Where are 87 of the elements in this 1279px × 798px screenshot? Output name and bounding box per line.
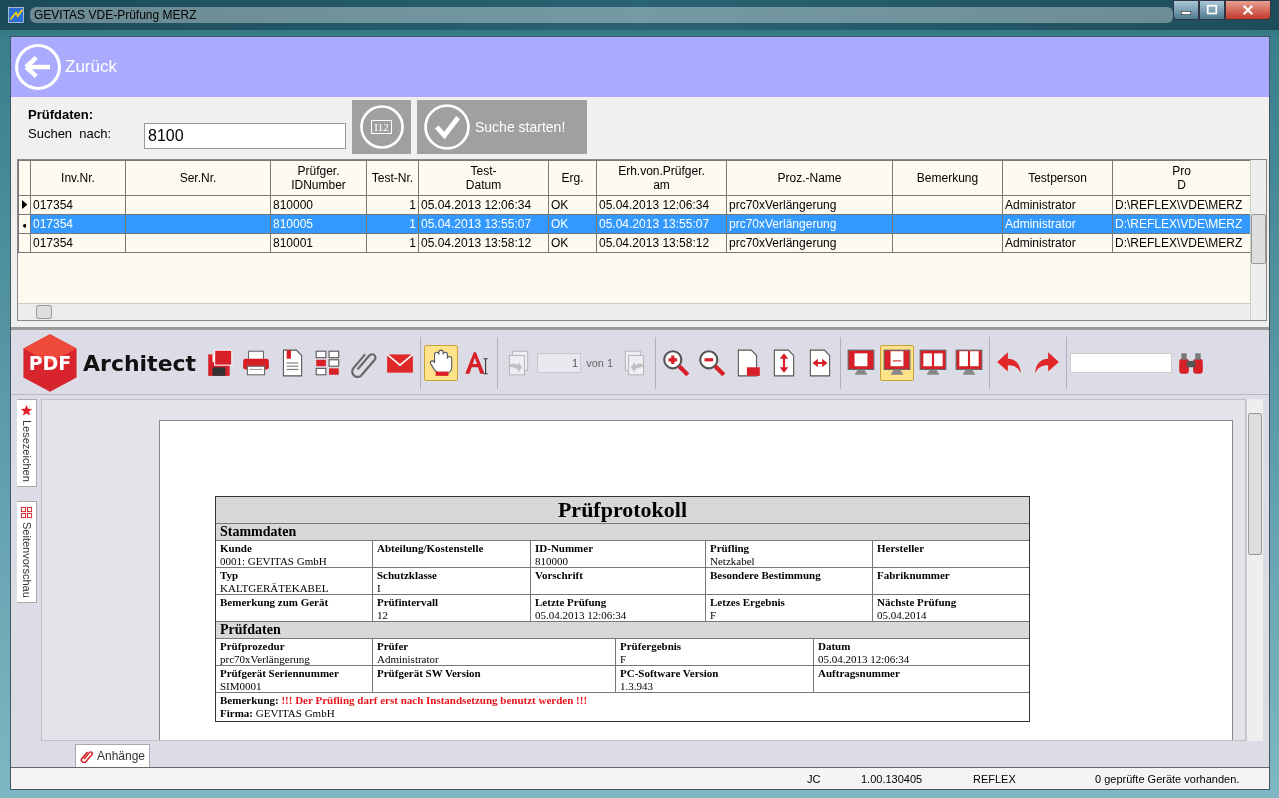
field-label: Auftragsnummer bbox=[818, 667, 901, 680]
column-header[interactable]: Test- Datum bbox=[418, 160, 549, 196]
field-value: 05.04.2013 12:06:34 bbox=[818, 653, 911, 666]
report-title: Prüfprotokoll bbox=[216, 497, 1029, 524]
field-label: Prüfling bbox=[710, 542, 751, 555]
field-value: SIM0001 bbox=[220, 680, 263, 693]
field-value: 12 bbox=[377, 609, 389, 622]
field-label: Besondere Bestimmung bbox=[710, 569, 822, 582]
search-label: Suchen nach: bbox=[28, 126, 113, 141]
field-label: Prüfprozedur bbox=[220, 640, 286, 653]
field-label: Schutzklasse bbox=[377, 569, 438, 582]
table-cell: 810000 bbox=[270, 195, 367, 215]
field-label: Datum bbox=[818, 640, 852, 653]
table-cell: Administrator bbox=[1002, 233, 1113, 253]
section-heading: Prüfdaten bbox=[216, 622, 1029, 639]
column-header[interactable]: Inv.Nr. bbox=[30, 160, 126, 196]
field-label: Kunde bbox=[220, 542, 253, 555]
field-label: Nächste Prüfung bbox=[877, 596, 958, 609]
status-text: 0 geprüfte Geräte vorhanden. bbox=[1095, 772, 1241, 785]
column-header[interactable]: Erg. bbox=[548, 160, 597, 196]
table-cell: 1 bbox=[366, 195, 419, 215]
logo-badge-text: PDF bbox=[28, 352, 72, 374]
column-header[interactable]: Testperson bbox=[1002, 160, 1113, 196]
side-tab[interactable]: Seitenvorschau bbox=[17, 500, 37, 603]
status-text: REFLEX bbox=[973, 772, 1017, 785]
column-header[interactable]: Pro D bbox=[1112, 160, 1250, 196]
field-value: F bbox=[620, 653, 628, 666]
field-label: Prüfergebnis bbox=[620, 640, 683, 653]
column-header[interactable]: Ser.Nr. bbox=[125, 160, 271, 196]
field-value: I bbox=[377, 582, 382, 595]
column-header[interactable]: Erh.von.Prüfger. am bbox=[596, 160, 727, 196]
table-cell: 05.04.2013 13:58:12 bbox=[418, 233, 549, 253]
status-text: 1.00.130405 bbox=[861, 772, 924, 785]
table-cell: 05.04.2013 12:06:34 bbox=[418, 195, 549, 215]
column-header[interactable]: Bemerkung bbox=[892, 160, 1003, 196]
column-header[interactable]: Proz.-Name bbox=[726, 160, 893, 196]
table-cell: 1 bbox=[366, 233, 419, 253]
field-label: Bemerkung zum Gerät bbox=[220, 596, 330, 609]
table-cell: prc70xVerlängerung bbox=[726, 233, 893, 253]
field-label: Letzes Ergebnis bbox=[710, 596, 786, 609]
field-label: Hersteller bbox=[877, 542, 926, 555]
field-label: ID-Nummer bbox=[535, 542, 595, 555]
table-cell: prc70xVerlängerung bbox=[726, 195, 893, 215]
remark-text: Bemerkung: !!! Der Prüfling darf erst nach Instandsetzung benutzt werden !!! bbox=[220, 694, 589, 707]
table-cell: OK bbox=[548, 233, 597, 253]
field-value: F bbox=[710, 609, 718, 622]
column-header[interactable]: Prüfger. IDNumber bbox=[270, 160, 367, 196]
page-count-label: von 1 bbox=[586, 357, 614, 369]
table-cell: 05.04.2013 12:06:34 bbox=[596, 195, 727, 215]
window-title: GEVITAS VDE-Prüfung MERZ bbox=[30, 7, 1173, 23]
field-value: KALTGERÄTEKABEL bbox=[220, 582, 330, 595]
field-label: Typ bbox=[220, 569, 240, 582]
table-cell: 05.04.2013 13:58:12 bbox=[596, 233, 727, 253]
logo-text: Architect bbox=[83, 350, 197, 376]
side-tab[interactable]: Lesezeichen bbox=[17, 399, 37, 487]
table-cell: 017354 bbox=[30, 233, 126, 253]
field-value: 810000 bbox=[535, 555, 569, 568]
column-header[interactable]: Test-Nr. bbox=[366, 160, 419, 196]
search-field[interactable]: 8100 bbox=[144, 123, 346, 149]
section-heading: Stammdaten bbox=[216, 524, 1029, 541]
field-value: 1.3.943 bbox=[620, 680, 654, 693]
attachments-tab[interactable]: Anhänge bbox=[75, 744, 151, 767]
field-label: Letzte Prüfung bbox=[535, 596, 608, 609]
field-value: Administrator bbox=[377, 653, 440, 666]
field-value: Netzkabel bbox=[710, 555, 756, 568]
page-number-field[interactable]: 1 bbox=[537, 353, 582, 373]
field-value: 0001: GEVITAS GmbH bbox=[220, 555, 328, 568]
field-value: 05.04.2014 bbox=[877, 609, 928, 622]
field-label: Fabriknummer bbox=[877, 569, 951, 582]
field-label: PC-Software Version bbox=[620, 667, 720, 680]
field-label: Prüfintervall bbox=[377, 596, 440, 609]
field-label: Abteilung/Kostenstelle bbox=[377, 542, 485, 555]
table-row[interactable]: 017354 810001 1 05.04.2013 13:58:12 OK 05.04.2013 13:58:12 prc70xVerlängerung Administrator D:\REFLEX\VDE\MERZ bbox=[18, 233, 1250, 253]
table-cell: OK bbox=[548, 195, 597, 215]
company-text: Firma: GEVITAS GmbH bbox=[220, 707, 336, 720]
field-label: Prüfer bbox=[377, 640, 410, 653]
section-label: Prüfdaten: bbox=[28, 107, 94, 122]
field-value: prc70xVerlängerung bbox=[220, 653, 311, 666]
status-text: JC bbox=[807, 772, 822, 785]
field-value: 05.04.2013 12:06:34 bbox=[535, 609, 628, 622]
table-cell: Administrator bbox=[1002, 195, 1113, 215]
field-label: Prüfgerät SW Version bbox=[377, 667, 482, 680]
table-cell: 810001 bbox=[270, 233, 367, 253]
field-label: Vorschrift bbox=[535, 569, 584, 582]
field-label: Prüfgerät Seriennummer bbox=[220, 667, 340, 680]
table-row[interactable]: 017354 810000 1 05.04.2013 12:06:34 OK 05.04.2013 12:06:34 prc70xVerlängerung Administrator D:\REFLEX\VDE\MERZ bbox=[18, 195, 1250, 215]
table-cell: 017354 bbox=[30, 195, 126, 215]
